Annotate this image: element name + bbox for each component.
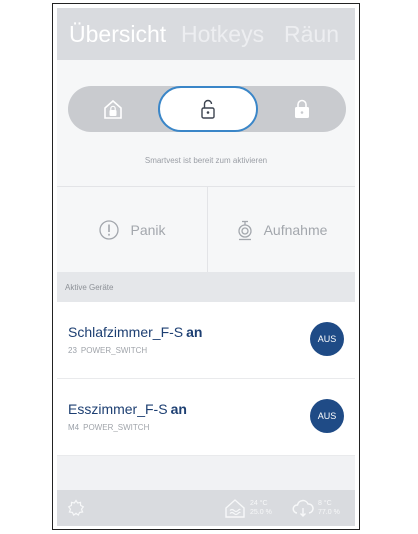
home-climate-icon: [225, 499, 245, 518]
footer-bar: 24 °C 25.0 % 8 °C 77.0 %: [57, 490, 355, 526]
action-buttons: Panik Aufnahme: [57, 186, 355, 274]
home-climate: 24 °C 25.0 %: [223, 497, 272, 519]
device-off-button[interactable]: AUS: [310, 322, 344, 356]
outdoor-climate: 8 °C 77.0 %: [291, 497, 340, 519]
device-code: 23: [68, 346, 77, 355]
device-row[interactable]: Schlafzimmer_F-S an 23 POWER_SWITCH AUS: [57, 302, 355, 379]
gear-icon[interactable]: [67, 499, 85, 517]
phone-frame: Übersicht Hotkeys Räun Smartvest ist ber…: [52, 3, 360, 530]
device-code: M4: [68, 423, 80, 432]
locked-icon: [295, 99, 309, 118]
tab-uebersicht[interactable]: Übersicht: [69, 21, 166, 48]
unlocked-icon: [201, 99, 215, 119]
tab-hotkeys[interactable]: Hotkeys: [181, 21, 264, 48]
unlock-button[interactable]: [158, 86, 258, 132]
home-lock-button[interactable]: [68, 86, 158, 132]
cloud-rain-icon: [292, 499, 314, 517]
device-row[interactable]: Esszimmer_F-S an M4 POWER_SWITCH AUS: [57, 379, 355, 456]
home-lock-icon: [104, 99, 122, 119]
tab-raeume[interactable]: Räun: [284, 21, 339, 48]
device-type-label: POWER_SWITCH: [80, 346, 148, 355]
section-label: Aktive Geräte: [65, 283, 114, 292]
panic-button[interactable]: Panik: [57, 187, 208, 273]
lock-status-text: Smartvest ist bereit zum aktivieren: [144, 156, 268, 165]
active-devices-header: Aktive Geräte: [57, 272, 355, 302]
device-name: Esszimmer_F-S: [68, 401, 168, 417]
device-type: M4 POWER_SWITCH: [68, 423, 149, 432]
device-type: 23 POWER_SWITCH: [68, 346, 147, 355]
device-title: Schlafzimmer_F-S an: [68, 324, 202, 340]
lock-panel: Smartvest ist bereit zum aktivieren: [57, 60, 355, 186]
device-type-label: POWER_SWITCH: [83, 423, 150, 432]
record-label: Aufnahme: [263, 222, 328, 238]
lock-mode-selector: [68, 86, 346, 132]
home-humidity: 25.0 %: [250, 509, 272, 516]
device-name: Schlafzimmer_F-S: [68, 324, 184, 340]
device-state: an: [170, 401, 187, 417]
device-off-button[interactable]: AUS: [310, 399, 344, 433]
home-climate-values: 24 °C 25.0 %: [250, 499, 272, 517]
device-title: Esszimmer_F-S an: [68, 401, 187, 417]
home-temp: 24 °C: [250, 500, 268, 507]
camera-icon: [237, 220, 252, 241]
outdoor-humidity: 77.0 %: [318, 509, 340, 516]
outdoor-climate-values: 8 °C 77.0 %: [318, 499, 340, 517]
outdoor-temp: 8 °C: [318, 500, 332, 507]
device-state: an: [186, 324, 203, 340]
app-screen: Übersicht Hotkeys Räun Smartvest ist ber…: [57, 8, 355, 526]
panic-label: Panik: [130, 222, 166, 238]
full-lock-button[interactable]: [258, 86, 346, 132]
tab-header: Übersicht Hotkeys Räun: [57, 8, 355, 60]
alert-icon: [99, 220, 120, 240]
record-button[interactable]: Aufnahme: [208, 187, 355, 273]
